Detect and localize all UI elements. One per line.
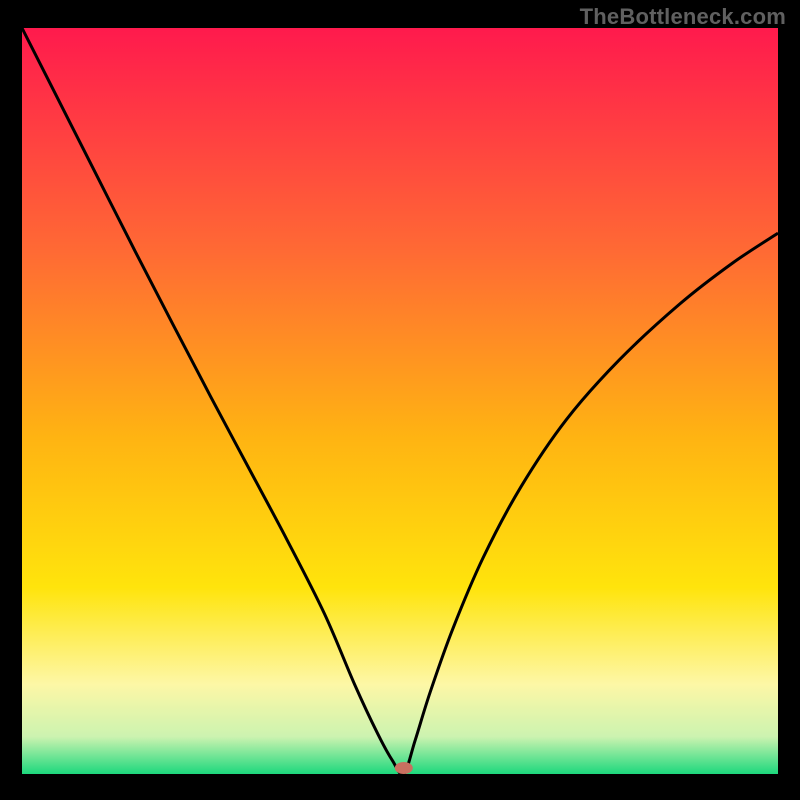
plot-area [22, 28, 778, 774]
vertex-marker [395, 762, 413, 774]
chart-frame: TheBottleneck.com [0, 0, 800, 800]
watermark-text: TheBottleneck.com [580, 4, 786, 30]
bottleneck-chart [0, 0, 800, 800]
